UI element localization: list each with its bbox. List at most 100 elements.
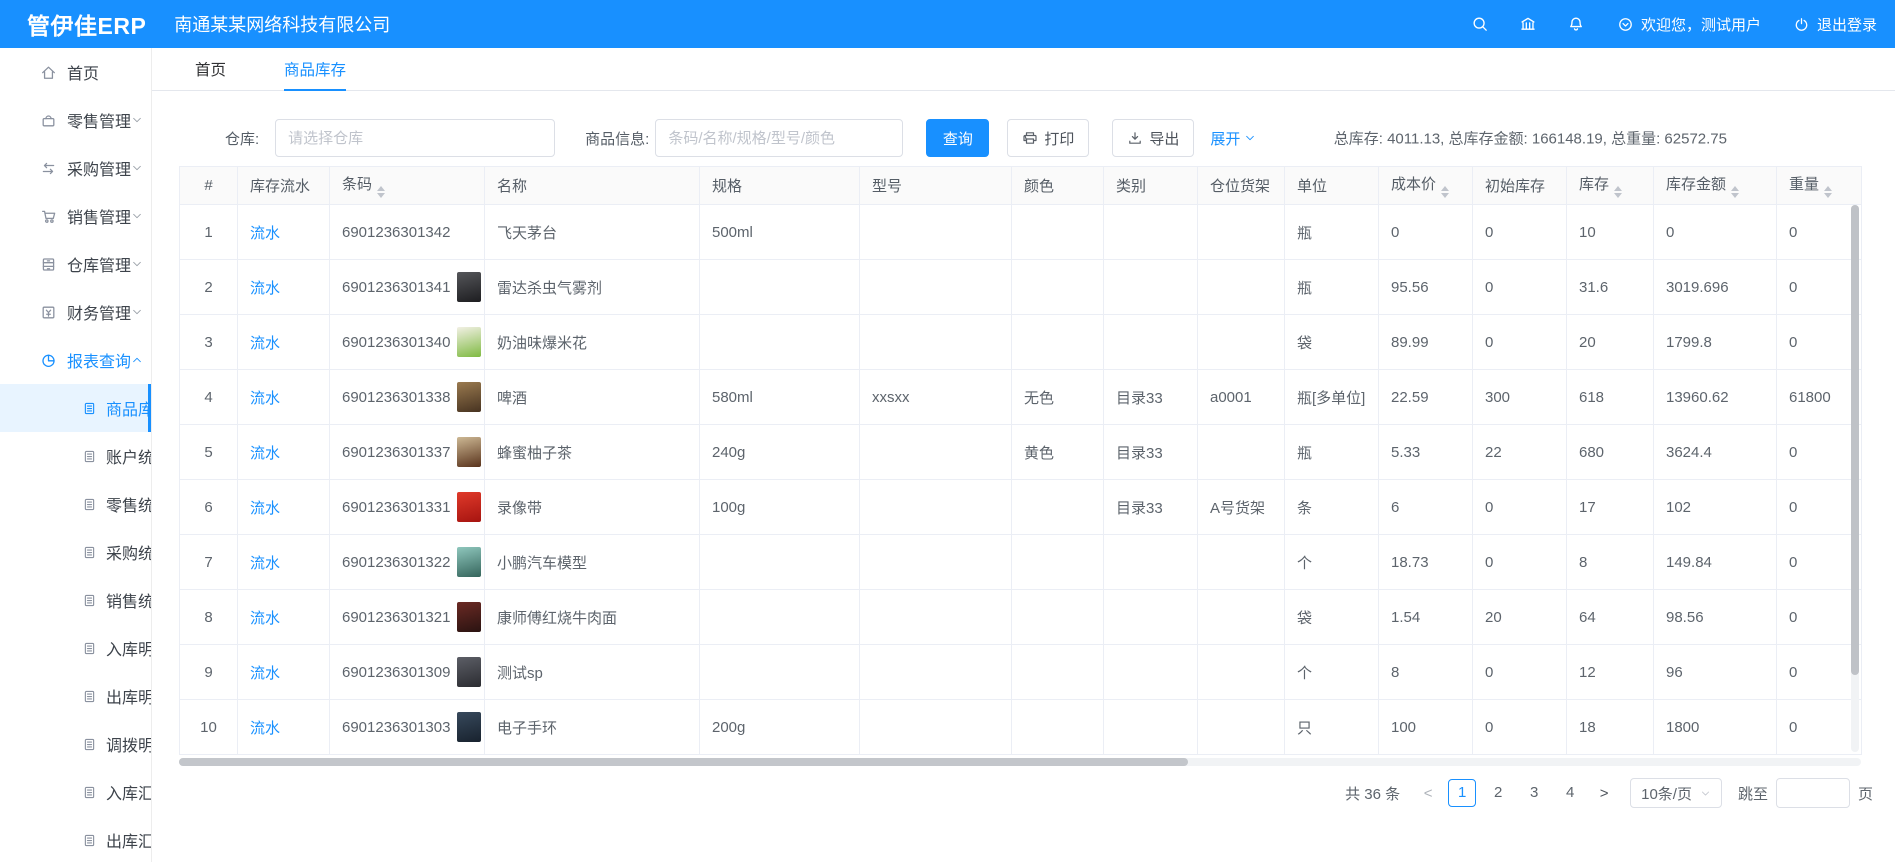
column-header-9: 单位 [1285,167,1379,205]
cell-model: xxsxx [860,370,1012,425]
sidebar-item-11[interactable]: 销售统计 [0,576,151,624]
cell-flow: 流水 [238,590,330,645]
cell-index: 7 [180,535,238,590]
sidebar-item-4[interactable]: 仓库管理 [0,240,151,288]
cell-model [860,480,1012,535]
sidebar-item-13[interactable]: 出库明细 [0,672,151,720]
flow-link[interactable]: 流水 [250,335,280,352]
product-thumbnail[interactable] [457,547,481,577]
page-button-2[interactable]: 2 [1484,779,1512,807]
flow-link[interactable]: 流水 [250,720,280,737]
column-header-5: 型号 [860,167,1012,205]
sort-caret-icon[interactable] [1614,186,1622,198]
sort-caret-icon[interactable] [1731,186,1739,198]
next-page-button[interactable]: > [1592,785,1616,802]
page-button-3[interactable]: 3 [1520,779,1548,807]
sidebar-item-0[interactable]: 首页 [0,48,151,96]
product-info-input[interactable] [655,119,903,157]
sales-icon [40,208,57,225]
cell-spec [700,645,860,700]
cell-category [1104,260,1198,315]
search-icon[interactable] [1471,15,1489,33]
column-header-10[interactable]: 成本价 [1379,167,1473,205]
cell-weight: 0 [1777,260,1862,315]
vertical-scrollbar-thumb[interactable] [1851,205,1859,675]
sidebar-item-12[interactable]: 入库明细 [0,624,151,672]
cell-spec: 500ml [700,205,860,260]
sidebar-item-7[interactable]: 商品库存 [0,384,151,432]
flow-link[interactable]: 流水 [250,225,280,242]
column-header-2[interactable]: 条码 [330,167,485,205]
column-header-14[interactable]: 重量 [1777,167,1862,205]
sidebar-item-label: 采购管理 [67,156,131,180]
sidebar-item-15[interactable]: 入库汇总 [0,768,151,816]
cell-amount: 3019.696 [1654,260,1777,315]
cell-category [1104,315,1198,370]
cell-color [1012,700,1104,755]
product-thumbnail[interactable] [457,712,481,742]
cell-init: 0 [1473,315,1567,370]
tab-1[interactable]: 商品库存 [284,48,346,90]
cell-weight: 61800 [1777,370,1862,425]
bank-icon[interactable] [1519,15,1537,33]
product-thumbnail[interactable] [457,272,481,302]
flow-link[interactable]: 流水 [250,665,280,682]
sidebar-item-9[interactable]: 零售统计 [0,480,151,528]
page-button-4[interactable]: 4 [1556,779,1584,807]
query-button[interactable]: 查询 [926,119,989,157]
retail-icon [40,112,57,129]
product-thumbnail[interactable] [457,602,481,632]
flow-link[interactable]: 流水 [250,445,280,462]
product-thumbnail[interactable] [457,327,481,357]
cell-unit: 瓶 [1285,425,1379,480]
sidebar-item-1[interactable]: 零售管理 [0,96,151,144]
sidebar-item-14[interactable]: 调拨明细 [0,720,151,768]
product-thumbnail[interactable] [457,492,481,522]
column-header-13[interactable]: 库存金额 [1654,167,1777,205]
logout-button[interactable]: 退出登录 [1793,14,1877,35]
cell-category [1104,700,1198,755]
sort-caret-icon[interactable] [377,186,385,198]
prev-page-button[interactable]: < [1416,785,1440,802]
jump-to-page-input[interactable] [1776,778,1850,808]
page-size-select[interactable]: 10条/页 [1630,778,1722,808]
export-button[interactable]: 导出 [1112,119,1194,157]
product-thumbnail[interactable] [457,382,481,412]
table-row: 4流水6901236301338啤酒580mlxxsxx无色目录33a0001瓶… [180,370,1862,425]
sidebar-item-label: 采购统计 [106,540,152,564]
sort-caret-icon[interactable] [1824,186,1832,198]
sidebar-item-16[interactable]: 出库汇总 [0,816,151,862]
product-thumbnail[interactable] [457,437,481,467]
horizontal-scrollbar[interactable] [179,758,1861,766]
cell-cost: 95.56 [1379,260,1473,315]
inventory-summary: 总库存: 4011.13, 总库存金额: 166148.19, 总重量: 625… [1334,128,1727,149]
cell-cost: 6 [1379,480,1473,535]
sidebar-item-5[interactable]: 财务管理 [0,288,151,336]
cell-name: 小鹏汽车模型 [485,535,700,590]
horizontal-scrollbar-thumb[interactable] [179,758,1188,766]
welcome-user-menu[interactable]: 欢迎您，测试用户 [1617,14,1761,35]
sort-caret-icon[interactable] [1441,186,1449,198]
sidebar-item-3[interactable]: 销售管理 [0,192,151,240]
cell-model [860,535,1012,590]
tab-0[interactable]: 首页 [195,48,226,90]
column-header-12[interactable]: 库存 [1567,167,1654,205]
product-thumbnail[interactable] [457,657,481,687]
flow-link[interactable]: 流水 [250,500,280,517]
sidebar-item-6[interactable]: 报表查询 [0,336,151,384]
sidebar-item-8[interactable]: 账户统计 [0,432,151,480]
page-button-1[interactable]: 1 [1448,779,1476,807]
sidebar-item-label: 出库明细 [106,684,152,708]
warehouse-input[interactable] [275,119,555,157]
bell-icon[interactable] [1567,15,1585,33]
vertical-scrollbar[interactable] [1851,205,1859,752]
flow-link[interactable]: 流水 [250,610,280,627]
flow-link[interactable]: 流水 [250,390,280,407]
flow-link[interactable]: 流水 [250,555,280,572]
sidebar-item-10[interactable]: 采购统计 [0,528,151,576]
sidebar-item-2[interactable]: 采购管理 [0,144,151,192]
print-button[interactable]: 打印 [1007,119,1089,157]
cell-unit: 袋 [1285,315,1379,370]
flow-link[interactable]: 流水 [250,280,280,297]
expand-link[interactable]: 展开 [1210,128,1256,149]
